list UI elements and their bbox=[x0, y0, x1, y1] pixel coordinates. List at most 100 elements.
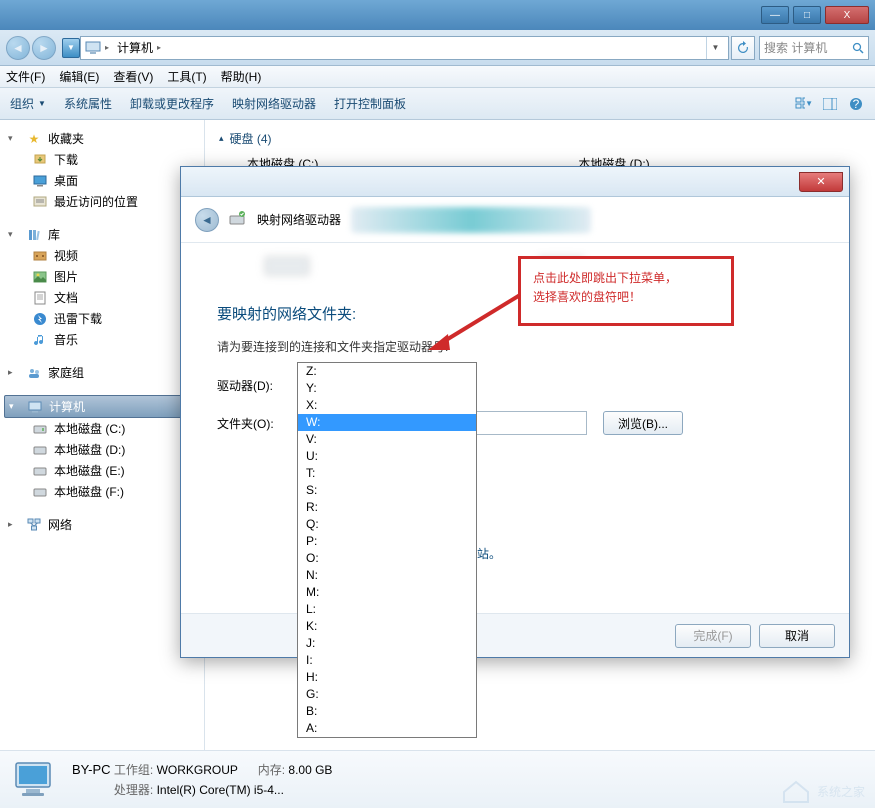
sidebar-label: 本地磁盘 (E:) bbox=[54, 462, 125, 479]
drive-option[interactable]: P: bbox=[298, 533, 476, 550]
breadcrumb-computer[interactable]: 计算机 ▸ bbox=[113, 37, 165, 59]
drive-option[interactable]: X: bbox=[298, 397, 476, 414]
menu-view[interactable]: 查看(V) bbox=[113, 68, 153, 85]
sidebar-homegroup[interactable]: ▸家庭组 bbox=[4, 362, 200, 383]
website-link[interactable]: 站。 bbox=[477, 547, 501, 561]
cancel-button[interactable]: 取消 bbox=[759, 624, 835, 648]
sidebar-computer[interactable]: ▾计算机 bbox=[4, 395, 200, 418]
sidebar-music[interactable]: 音乐 bbox=[4, 329, 200, 350]
drive-option[interactable]: L: bbox=[298, 601, 476, 618]
drive-option[interactable]: N: bbox=[298, 567, 476, 584]
drive-letter-dropdown[interactable]: Z:Y:X:W:V:U:T:S:R:Q:P:O:N:M:L:K:J:I:H:G:… bbox=[297, 362, 477, 738]
history-dropdown[interactable]: ▼ bbox=[62, 38, 80, 58]
sidebar-downloads[interactable]: 下载 bbox=[4, 149, 200, 170]
drive-option[interactable]: M: bbox=[298, 584, 476, 601]
refresh-button[interactable] bbox=[731, 36, 755, 60]
sidebar-disk-f[interactable]: 本地磁盘 (F:) bbox=[4, 481, 200, 502]
sidebar-label: 视频 bbox=[54, 247, 78, 264]
drive-option[interactable]: A: bbox=[298, 720, 476, 737]
toolbar-organize[interactable]: 组织▼ bbox=[10, 95, 46, 112]
sidebar-favorites[interactable]: ▾ ★ 收藏夹 bbox=[4, 128, 200, 149]
sidebar-label: 本地磁盘 (D:) bbox=[54, 441, 125, 458]
download-icon bbox=[32, 152, 48, 168]
callout-line2: 选择喜欢的盘符吧！ bbox=[533, 288, 719, 307]
browse-button[interactable]: 浏览(B)... bbox=[603, 411, 683, 435]
status-computer-name: BY-PC bbox=[72, 762, 111, 777]
help-icon[interactable]: ? bbox=[847, 95, 865, 113]
back-button[interactable]: ◄ bbox=[6, 36, 30, 60]
recent-icon bbox=[32, 194, 48, 210]
drive-option[interactable]: Z: bbox=[298, 363, 476, 380]
drive-option[interactable]: O: bbox=[298, 550, 476, 567]
sidebar-videos[interactable]: 视频 bbox=[4, 245, 200, 266]
drive-option[interactable]: R: bbox=[298, 499, 476, 516]
breadcrumb-root[interactable]: ▸ bbox=[101, 37, 113, 59]
toolbar-sysprop[interactable]: 系统属性 bbox=[64, 95, 112, 112]
menu-edit[interactable]: 编辑(E) bbox=[59, 68, 99, 85]
dialog-back-button[interactable]: ◄ bbox=[195, 208, 219, 232]
drive-option[interactable]: Y: bbox=[298, 380, 476, 397]
drive-option[interactable]: K: bbox=[298, 618, 476, 635]
drive-option[interactable]: V: bbox=[298, 431, 476, 448]
drive-option[interactable]: I: bbox=[298, 652, 476, 669]
watermark: 系统之家 bbox=[781, 778, 865, 804]
network-icon bbox=[26, 517, 42, 533]
dialog-header: ◄ 映射网络驱动器 bbox=[181, 197, 849, 243]
forward-button[interactable]: ► bbox=[32, 36, 56, 60]
preview-pane-icon[interactable] bbox=[821, 95, 839, 113]
view-options-icon[interactable]: ▼ bbox=[795, 95, 813, 113]
sidebar-label: 网络 bbox=[48, 516, 72, 533]
xunlei-icon bbox=[32, 311, 48, 327]
star-icon: ★ bbox=[26, 131, 42, 147]
sidebar-label: 图片 bbox=[54, 268, 78, 285]
toolbar-uninstall[interactable]: 卸载或更改程序 bbox=[130, 95, 214, 112]
collapse-icon[interactable]: ▾ bbox=[9, 401, 21, 412]
drive-option[interactable]: S: bbox=[298, 482, 476, 499]
drive-option[interactable]: T: bbox=[298, 465, 476, 482]
sidebar-disk-d[interactable]: 本地磁盘 (D:) bbox=[4, 439, 200, 460]
menu-file[interactable]: 文件(F) bbox=[6, 68, 45, 85]
drive-option[interactable]: H: bbox=[298, 669, 476, 686]
sidebar-recent[interactable]: 最近访问的位置 bbox=[4, 191, 200, 212]
search-input[interactable]: 搜索 计算机 bbox=[759, 36, 869, 60]
sidebar-libraries[interactable]: ▾库 bbox=[4, 224, 200, 245]
drive-option[interactable]: J: bbox=[298, 635, 476, 652]
disk-icon bbox=[32, 442, 48, 458]
dialog-title: 映射网络驱动器 bbox=[257, 211, 341, 228]
toolbar-mapdrive[interactable]: 映射网络驱动器 bbox=[232, 95, 316, 112]
sidebar-label: 收藏夹 bbox=[48, 130, 84, 147]
collapse-icon[interactable]: ▾ bbox=[8, 133, 20, 144]
status-mem: 8.00 GB bbox=[288, 763, 332, 777]
menu-tools[interactable]: 工具(T) bbox=[167, 68, 206, 85]
sidebar-disk-c[interactable]: 本地磁盘 (C:) bbox=[4, 418, 200, 439]
sidebar-documents[interactable]: 文档 bbox=[4, 287, 200, 308]
sidebar-pictures[interactable]: 图片 bbox=[4, 266, 200, 287]
sidebar-xunlei[interactable]: 迅雷下载 bbox=[4, 308, 200, 329]
sidebar-disk-e[interactable]: 本地磁盘 (E:) bbox=[4, 460, 200, 481]
titlebar: — □ X bbox=[0, 0, 875, 30]
minimize-button[interactable]: — bbox=[761, 6, 789, 24]
drive-option[interactable]: B: bbox=[298, 703, 476, 720]
address-dropdown[interactable]: ▼ bbox=[706, 37, 724, 59]
drive-option[interactable]: W: bbox=[298, 414, 476, 431]
status-workgroup: WORKGROUP bbox=[157, 763, 238, 777]
video-icon bbox=[32, 248, 48, 264]
sidebar-desktop[interactable]: 桌面 bbox=[4, 170, 200, 191]
sidebar-label: 迅雷下载 bbox=[54, 310, 102, 327]
finish-button[interactable]: 完成(F) bbox=[675, 624, 751, 648]
drive-option[interactable]: Q: bbox=[298, 516, 476, 533]
sidebar-network[interactable]: ▸网络 bbox=[4, 514, 200, 535]
menu-help[interactable]: 帮助(H) bbox=[221, 68, 262, 85]
toolbar-controlpanel[interactable]: 打开控制面板 bbox=[334, 95, 406, 112]
dialog-close-button[interactable]: ✕ bbox=[799, 172, 843, 192]
harddisk-section-header[interactable]: ▴ 硬盘 (4) bbox=[219, 130, 861, 147]
collapse-icon[interactable]: ▴ bbox=[219, 133, 224, 144]
drive-option[interactable]: U: bbox=[298, 448, 476, 465]
close-button[interactable]: X bbox=[825, 6, 869, 24]
drive-option[interactable]: G: bbox=[298, 686, 476, 703]
address-bar[interactable]: ▸ 计算机 ▸ ▼ bbox=[80, 36, 729, 60]
maximize-button[interactable]: □ bbox=[793, 6, 821, 24]
sidebar-label: 最近访问的位置 bbox=[54, 193, 138, 210]
dialog-footer: 完成(F) 取消 bbox=[181, 613, 849, 657]
collapse-icon[interactable]: ▾ bbox=[8, 229, 20, 240]
